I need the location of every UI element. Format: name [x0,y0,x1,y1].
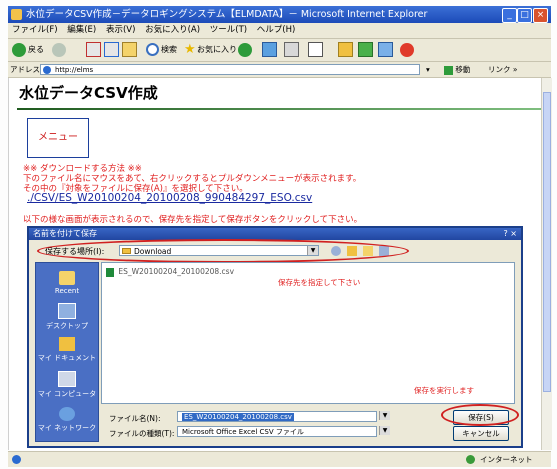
links-button[interactable]: リンク » [488,62,517,77]
filename-value: ES_W20100204_20100208.csv [182,413,294,421]
filetype-dropdown-arrow[interactable]: ▼ [379,426,390,435]
search-button[interactable]: 検索 [146,42,177,58]
internet-zone-icon [466,455,475,464]
address-input[interactable]: http://elms [40,64,420,75]
favorites-button[interactable]: ★お気に入り [184,42,237,58]
place-my-computer[interactable]: マイ コンピュータ [36,371,98,399]
desktop-icon [58,303,76,319]
maximize-button[interactable]: □ [517,8,532,23]
save-button-highlight [441,404,519,426]
forward-button[interactable] [52,42,68,58]
go-arrow-icon [444,65,453,75]
address-url: http://elms [55,66,94,74]
address-dropdown[interactable]: ▾ [426,62,430,77]
filename-input[interactable]: ES_W20100204_20100208.csv [177,411,377,422]
browser-window: 水位データCSV作成－データロギングシステム【ELMDATA】－ Microso… [0,0,557,469]
home-icon [122,42,137,57]
stop-icon [86,42,101,57]
place-recent[interactable]: Recent [36,271,98,295]
status-bar: インターネット [8,451,551,467]
refresh-icon [104,42,119,57]
stop-button[interactable] [86,42,101,58]
go-button[interactable]: 移動 [444,62,470,77]
mail-icon [262,42,277,57]
close-button[interactable]: × [533,8,548,23]
title-divider [17,108,543,110]
menu-tools[interactable]: ツール(T) [210,25,247,35]
home-button[interactable] [122,42,137,58]
page-icon [43,66,51,74]
back-button[interactable]: 戻る [12,42,44,58]
mail-button[interactable] [262,42,277,58]
menu-help[interactable]: ヘルプ(H) [257,25,296,35]
filetype-label: ファイルの種類(T): [109,429,175,438]
browser-toolbar: 戻る 検索 ★お気に入り [8,39,551,62]
save-annotation: 保存を実行します [414,386,474,395]
address-bar: アドレス(D) http://elms ▾ 移動 リンク » [8,62,551,78]
history-button[interactable] [238,42,254,58]
dialog-instruction: 以下の様な画面が表示されるので、保存先を指定して保存ボタンをクリックして下さい。 [23,215,363,225]
file-list[interactable]: ES_W20100204_20100208.csv 保存先を指定して下さい 保存… [101,262,515,404]
research-button[interactable] [400,42,416,58]
place-my-network[interactable]: マイ ネットワーク [36,407,98,433]
my-computer-icon [58,371,76,387]
window-titlebar: 水位データCSV作成－データロギングシステム【ELMDATA】－ Microso… [8,6,551,23]
file-item[interactable]: ES_W20100204_20100208.csv [106,267,234,277]
cancel-button[interactable]: キャンセル [453,426,509,441]
refresh-button[interactable] [104,42,119,58]
print-button[interactable] [284,42,299,58]
dialog-help-close-buttons[interactable]: ? × [504,228,518,240]
search-icon [146,43,159,56]
vertical-scrollbar[interactable] [541,78,552,450]
save-location-highlight [37,239,409,263]
messenger-icon [358,42,373,57]
scrollbar-thumb[interactable] [543,92,551,392]
print-icon [284,42,299,57]
document-icon [308,42,323,57]
ie-logo-icon [11,9,22,20]
menu-view[interactable]: 表示(V) [106,25,135,35]
forward-arrow-icon [52,42,66,57]
filename-label: ファイル名(N): [109,414,161,423]
edit-button[interactable] [308,42,323,58]
my-network-icon [59,407,75,421]
folder-button[interactable] [338,42,353,58]
menu-edit[interactable]: 編集(E) [67,25,96,35]
place-my-documents[interactable]: マイ ドキュメント [36,337,98,363]
places-bar: Recent デスクトップ マイ ドキュメント マイ コンピュータ マイ ネット… [35,262,99,442]
menu-button[interactable]: メニュー [27,118,89,158]
csv-file-icon [106,267,114,277]
my-documents-icon [59,337,75,351]
location-annotation: 保存先を指定して下さい [278,278,361,287]
history-icon [238,42,252,57]
filename-dropdown-arrow[interactable]: ▼ [379,411,390,420]
discuss-icon [378,42,393,57]
messenger-button[interactable] [358,42,373,58]
dialog-titlebar: 名前を付けて保存 ? × [29,228,521,240]
filetype-value: Microsoft Office Excel CSV ファイル [182,428,304,436]
zone-label: インターネット [480,455,533,464]
filetype-select[interactable]: Microsoft Office Excel CSV ファイル [177,426,377,437]
menu-favorites[interactable]: お気に入り(A) [145,25,200,35]
discuss-button[interactable] [378,42,393,58]
page-title: 水位データCSV作成 [19,84,158,102]
page-content: 水位データCSV作成 メニュー ※※ ダウンロードする方法 ※※ 下のファイル名… [8,78,552,450]
dialog-title: 名前を付けて保存 [33,229,97,238]
page-status-icon [12,455,21,464]
star-icon: ★ [184,42,196,57]
csv-download-link[interactable]: ./CSV/ES_W20100204_20100208_990484297_ES… [27,192,312,204]
recent-icon [59,271,75,285]
save-as-dialog: 名前を付けて保存 ? × 保存する場所(I): Download ▼ Recen… [27,226,523,448]
place-desktop[interactable]: デスクトップ [36,303,98,331]
menu-bar: ファイル(F) 編集(E) 表示(V) お気に入り(A) ツール(T) ヘルプ(… [8,23,551,39]
folder-icon [338,42,353,57]
back-arrow-icon [12,42,26,57]
menu-file[interactable]: ファイル(F) [12,25,58,35]
research-icon [400,42,414,57]
minimize-button[interactable]: _ [502,8,517,23]
window-title: 水位データCSV作成－データロギングシステム【ELMDATA】－ Microso… [26,9,428,20]
